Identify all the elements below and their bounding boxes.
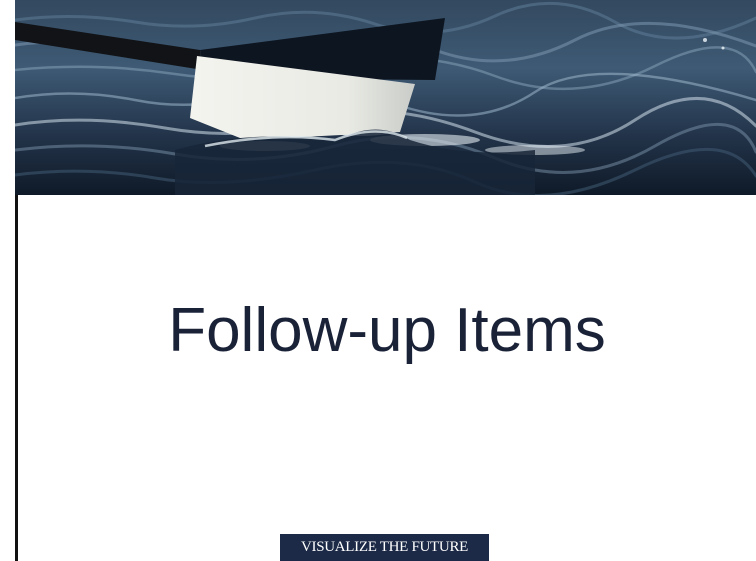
banner-photo	[15, 0, 756, 195]
tagline-text: VISUALIZE THE FUTURE	[300, 539, 469, 555]
slide-title: Follow-up Items	[168, 295, 606, 365]
oar-in-water-image	[15, 0, 756, 195]
tagline-banner: VISUALIZE THE FUTURE	[280, 534, 489, 561]
slide: Follow-up Items VISUALIZE THE FUTURE	[0, 0, 756, 561]
